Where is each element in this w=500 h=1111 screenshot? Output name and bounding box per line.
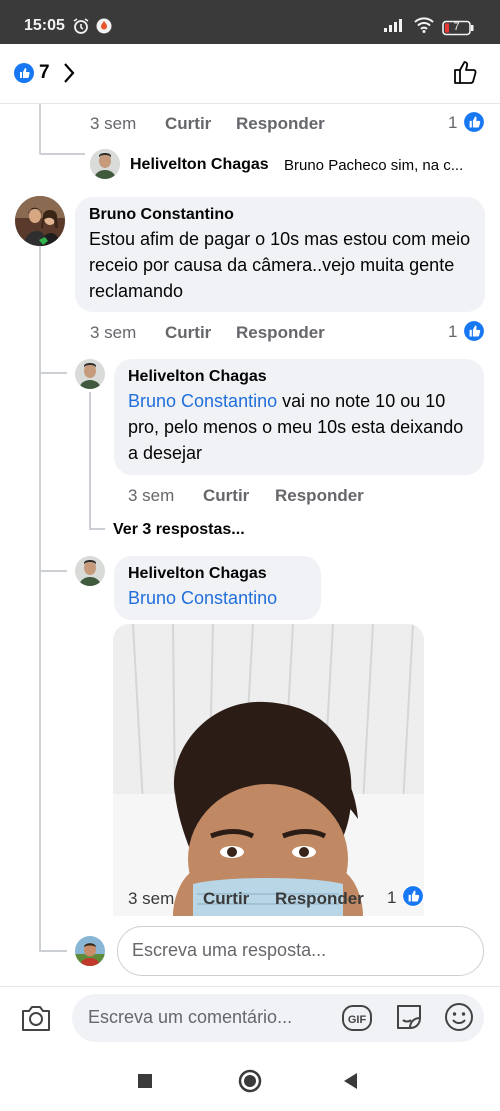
camera-icon[interactable] xyxy=(20,1003,52,1038)
reply-preview-author[interactable]: Helivelton Chagas xyxy=(130,156,269,174)
avatar[interactable] xyxy=(15,196,65,246)
like-comment-button[interactable]: Curtir xyxy=(165,323,211,343)
wifi-icon xyxy=(414,17,434,38)
home-icon[interactable] xyxy=(238,1069,262,1098)
thread-line xyxy=(39,246,41,950)
view-more-replies[interactable]: Ver 3 respostas... xyxy=(113,521,245,539)
reply-reaction-count: 1 xyxy=(387,888,397,907)
like-reaction-icon[interactable] xyxy=(14,63,34,88)
avatar[interactable] xyxy=(75,556,105,586)
reply-reply-button[interactable]: Responder xyxy=(275,486,364,506)
comment-time: 3 sem xyxy=(90,323,137,342)
like-reply-button[interactable]: Curtir xyxy=(203,889,249,909)
like-comment-button[interactable]: Curtir xyxy=(165,114,211,134)
reply-photo[interactable] xyxy=(113,624,424,916)
reply-input[interactable]: Escreva uma resposta... xyxy=(117,926,484,976)
comment-time: 3 sem xyxy=(90,114,137,133)
reaction-count[interactable]: 7 xyxy=(39,62,50,84)
reply-text: Bruno Constantino vai no note 10 ou 10 p… xyxy=(128,388,470,466)
recent-apps-icon[interactable] xyxy=(137,1073,153,1094)
like-reaction-icon xyxy=(402,885,424,912)
notification-app-icon xyxy=(96,18,112,39)
reply-time: 3 sem xyxy=(128,889,175,908)
thread-line xyxy=(39,104,41,154)
avatar[interactable] xyxy=(90,149,120,179)
signal-icon xyxy=(384,18,406,37)
reply-comment-button[interactable]: Responder xyxy=(236,114,325,134)
thread-line xyxy=(39,950,67,952)
current-user-avatar xyxy=(75,936,105,966)
mention-link[interactable]: Bruno Constantino xyxy=(128,391,277,411)
svg-text:GIF: GIF xyxy=(348,1014,367,1026)
emoji-icon[interactable] xyxy=(444,1002,474,1037)
comment-reaction-count: 1 xyxy=(448,113,458,132)
thread-line xyxy=(89,392,91,530)
comment-bubble[interactable]: Bruno Constantino Estou afim de pagar o … xyxy=(75,197,485,312)
back-icon[interactable] xyxy=(342,1072,358,1095)
comment-text: Estou afim de pagar o 10s mas estou com … xyxy=(89,229,471,301)
reply-text: Bruno Constantino xyxy=(128,585,307,611)
reply-comment-button[interactable]: Responder xyxy=(236,323,325,343)
thread-line xyxy=(39,153,85,155)
reply-time: 3 sem xyxy=(128,486,175,505)
reply-bubble[interactable]: Helivelton Chagas Bruno Constantino xyxy=(114,556,321,620)
reply-author[interactable]: Helivelton Chagas xyxy=(128,368,470,386)
comment-reaction-count: 1 xyxy=(448,322,458,341)
like-reaction-icon xyxy=(463,111,485,138)
battery-icon: 7 xyxy=(442,20,474,36)
like-reply-button[interactable]: Curtir xyxy=(203,486,249,506)
thread-line xyxy=(39,570,67,572)
thread-line xyxy=(89,528,105,530)
reply-reply-button[interactable]: Responder xyxy=(275,889,364,909)
alarm-icon xyxy=(72,18,90,39)
gif-icon[interactable]: GIF xyxy=(341,1003,373,1038)
chevron-right-icon[interactable] xyxy=(62,62,76,89)
sticker-icon[interactable] xyxy=(393,1001,425,1038)
like-reaction-icon xyxy=(463,320,485,347)
status-bar: 15:05 7 xyxy=(0,0,500,44)
status-time: 15:05 xyxy=(24,17,65,34)
reply-preview-text[interactable]: Bruno Pacheco sim, na c... xyxy=(284,157,463,174)
thread-line xyxy=(39,372,67,374)
reply-author[interactable]: Helivelton Chagas xyxy=(128,565,307,583)
reply-bubble[interactable]: Helivelton Chagas Bruno Constantino vai … xyxy=(114,359,484,475)
comment-author[interactable]: Bruno Constantino xyxy=(89,206,471,224)
avatar[interactable] xyxy=(75,359,105,389)
battery-level: 7 xyxy=(453,20,460,33)
mention-link[interactable]: Bruno Constantino xyxy=(128,588,277,608)
like-button-icon[interactable] xyxy=(452,58,480,91)
